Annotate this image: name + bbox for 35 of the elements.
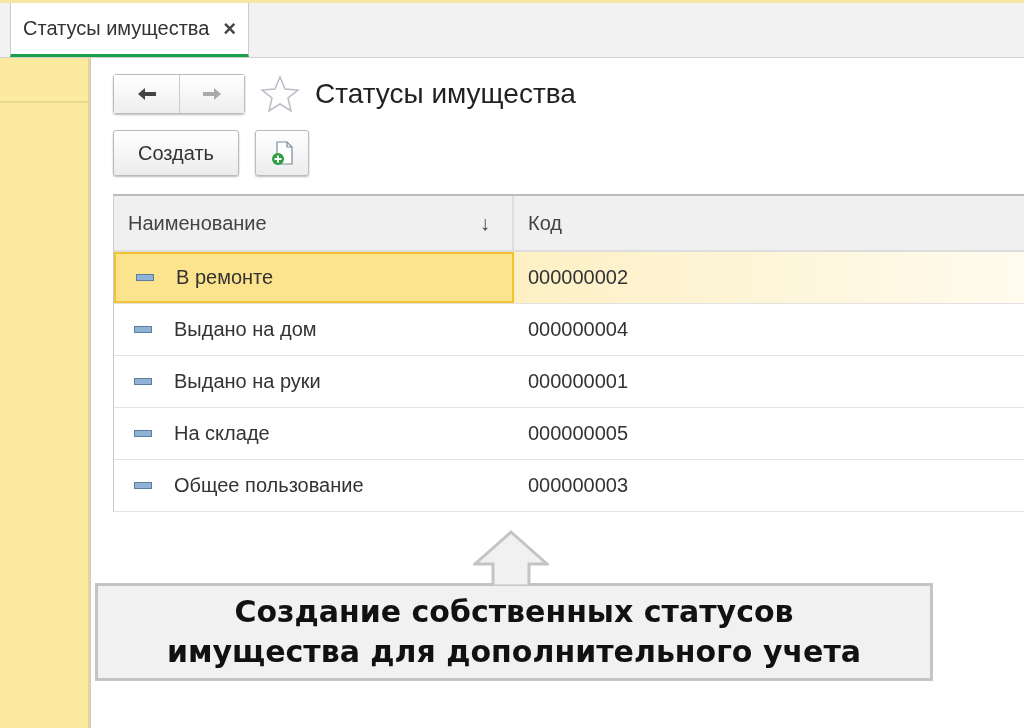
table-cell-text: 000000004	[527, 317, 630, 342]
table-row[interactable]: На складе 000000005	[114, 408, 1024, 460]
column-label: Наименование	[128, 211, 267, 235]
item-icon	[136, 274, 154, 281]
back-button[interactable]	[114, 75, 179, 113]
close-icon[interactable]: ×	[223, 15, 237, 42]
table-cell-text: 000000003	[527, 473, 630, 498]
table-row[interactable]: Выдано на руки 000000001	[114, 356, 1024, 408]
cell-text: На складе	[174, 422, 270, 445]
cell-text: Выдано на руки	[174, 370, 321, 393]
item-icon	[134, 430, 152, 437]
tab[interactable]: Статусы имущества ×	[10, 3, 250, 57]
create-button[interactable]: Создать	[113, 130, 239, 176]
cell-text: Выдано на дом	[174, 318, 317, 341]
table-cell-text: 000000001	[527, 369, 630, 394]
item-icon	[134, 326, 152, 333]
column-header[interactable]: Код	[514, 196, 1024, 250]
star-icon[interactable]	[259, 74, 301, 114]
callout-text: Создание собственных статусов имущества для дополнительного учета	[165, 593, 863, 671]
column-header[interactable]: Наименование ↓	[114, 196, 514, 250]
create-copy-button[interactable]	[255, 130, 309, 176]
page-title: Статусы имущества	[315, 78, 576, 110]
tab-label: Статусы имущества	[23, 17, 210, 40]
item-icon	[134, 482, 152, 489]
table-row[interactable]: Общее пользование 000000003	[114, 460, 1024, 512]
forward-arrow-icon	[201, 86, 223, 102]
item-icon	[134, 378, 152, 385]
cell-text: Общее пользование	[174, 474, 364, 497]
table-row[interactable]: Выдано на дом 000000004	[114, 304, 1024, 356]
cell-text: В ремонте	[176, 266, 274, 289]
sort-icon: ↓	[480, 211, 490, 235]
table-cell: 000000002	[514, 252, 1024, 303]
table-cell-text: 000000005	[527, 421, 630, 446]
document-add-icon	[269, 139, 295, 167]
table-row[interactable]: В ремонте 000000002	[114, 252, 1024, 304]
